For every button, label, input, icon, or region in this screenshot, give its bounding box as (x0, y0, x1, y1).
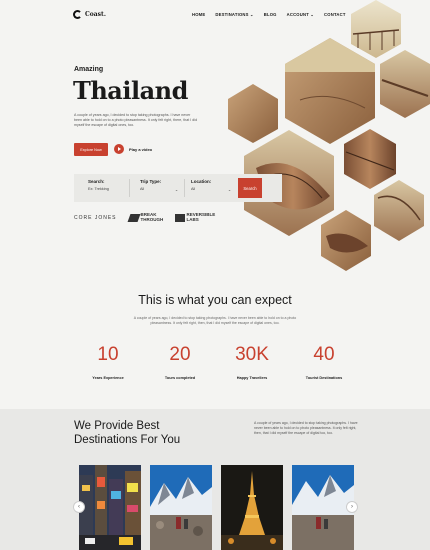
play-video-label: Play a video (129, 146, 153, 152)
destination-card-mountains[interactable] (150, 465, 212, 550)
stat-label: Years Experience (92, 376, 124, 380)
destination-image (221, 465, 283, 550)
stat-tours: 20 Tours completed (155, 344, 205, 380)
partner-logo-break-through: BREAK THROUGH (127, 212, 164, 222)
destination-card-eiffel[interactable] (221, 465, 283, 550)
destination-card-alps[interactable] (292, 465, 354, 550)
hero-description: A couple of years ago, I decided to stop… (74, 113, 198, 128)
hexagon-photo-collage (228, 0, 430, 271)
trip-type-select[interactable]: Trip Type: All ⌄ (140, 179, 178, 192)
carousel-next-button[interactable]: › (346, 501, 358, 513)
hex-photo-sand (228, 84, 278, 143)
divider (129, 179, 130, 197)
search-button[interactable]: Search (238, 178, 262, 198)
destinations-section (0, 409, 430, 550)
location-value: All (191, 187, 196, 191)
play-video-button[interactable]: Play a video (114, 144, 152, 154)
search-field-value: Ex: Trekking (88, 187, 109, 191)
stat-travellers: 30K Happy Travellers (227, 344, 277, 380)
partner-logo-core-jones: CORE JONES (74, 214, 117, 221)
partner-name: BREAK THROUGH (140, 212, 164, 222)
hex-photo-boat-detail (344, 129, 396, 189)
destinations-title-line2: Destinations For You (74, 434, 181, 447)
hex-photo-hull (374, 180, 424, 241)
hex-photo-pier (351, 0, 401, 58)
stat-value: 20 (169, 344, 191, 365)
destination-card-city[interactable] (79, 465, 141, 550)
destinations-title-line1: We Provide Best (74, 420, 160, 432)
partner-logo-reversible-labs: REVERSIBLE LABS (174, 212, 216, 222)
chevron-down-icon: ⌄ (174, 188, 178, 192)
hex-photo-dunes (380, 50, 430, 118)
stat-label: Tourist Destinations (305, 376, 343, 380)
divider (184, 179, 185, 197)
trip-type-value: All (140, 187, 145, 191)
partner-logos: CORE JONES BREAK THROUGH REVERSIBLE LABS (74, 212, 216, 222)
arrow-left-icon: ‹ (78, 504, 80, 510)
stat-destinations: 40 Tourist Destinations (299, 344, 349, 380)
expect-description: A couple of years ago, I decided to stop… (133, 316, 297, 326)
arrow-right-icon: › (351, 504, 353, 510)
reversible-labs-icon (174, 213, 185, 222)
carousel-prev-button[interactable]: ‹ (73, 501, 85, 513)
play-icon (114, 144, 124, 154)
hex-photo-desert (285, 38, 375, 144)
hex-photo-rowboat (321, 210, 371, 271)
search-field-label: Search: (88, 179, 105, 184)
stat-years: 10 Years Experience (83, 344, 133, 380)
trip-type-label: Trip Type: (140, 179, 162, 184)
stat-value: 10 (97, 344, 119, 365)
destinations-description: A couple of years ago, I decided to stop… (254, 421, 358, 436)
location-label: Location: (191, 179, 212, 184)
chevron-down-icon: ⌄ (227, 188, 231, 192)
break-through-icon (127, 213, 140, 222)
destinations-title: We Provide Best Destinations For You (74, 419, 180, 448)
location-select[interactable]: Location: All ⌄ (191, 179, 231, 192)
destination-image (150, 465, 212, 550)
stat-value: 40 (313, 344, 335, 365)
stat-label: Happy Travellers (236, 376, 268, 380)
hero-eyebrow: Amazing (74, 66, 104, 73)
explore-now-button[interactable]: Explore Now (74, 143, 108, 156)
destination-image (292, 465, 354, 550)
stat-value: 30K (235, 344, 269, 365)
expect-title: This is what you can expect (138, 293, 292, 307)
partner-name: REVERSIBLE LABS (186, 212, 216, 222)
search-field[interactable]: Search: Ex: Trekking (88, 179, 124, 191)
hero-title: Thailand (73, 76, 188, 105)
destination-image (79, 465, 141, 550)
stat-label: Tours completed (164, 376, 196, 380)
